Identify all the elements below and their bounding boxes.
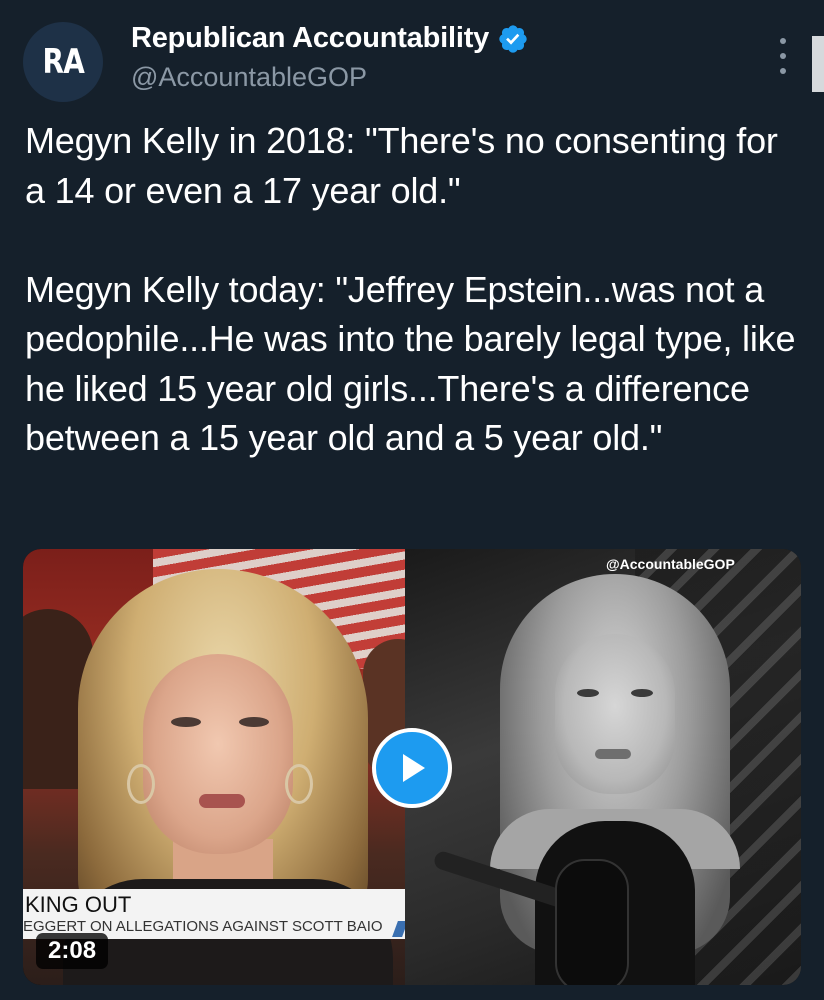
more-options-icon[interactable] (773, 36, 793, 76)
tweet-text: Megyn Kelly in 2018: "There's no consent… (25, 120, 796, 458)
avatar[interactable]: RA (23, 22, 103, 102)
avatar-initials: RA (42, 42, 84, 82)
verified-badge-icon (499, 24, 527, 53)
play-triangle-icon (403, 754, 425, 782)
play-icon[interactable] (372, 728, 452, 808)
video-frame-left: KING OUT EGGERT ON ALLEGATIONS AGAINST S… (23, 549, 405, 985)
video-duration: 2:08 (36, 933, 109, 969)
author-display-name[interactable]: Republican Accountability (131, 22, 489, 55)
video-frame-right (405, 549, 801, 985)
author-handle[interactable]: @AccountableGOP (131, 62, 367, 93)
author-name-row: Republican Accountability (131, 22, 529, 55)
scrollbar-edge (812, 36, 824, 92)
lower-third-title: KING OUT (25, 892, 132, 917)
video-watermark: @AccountableGOP (606, 556, 735, 572)
